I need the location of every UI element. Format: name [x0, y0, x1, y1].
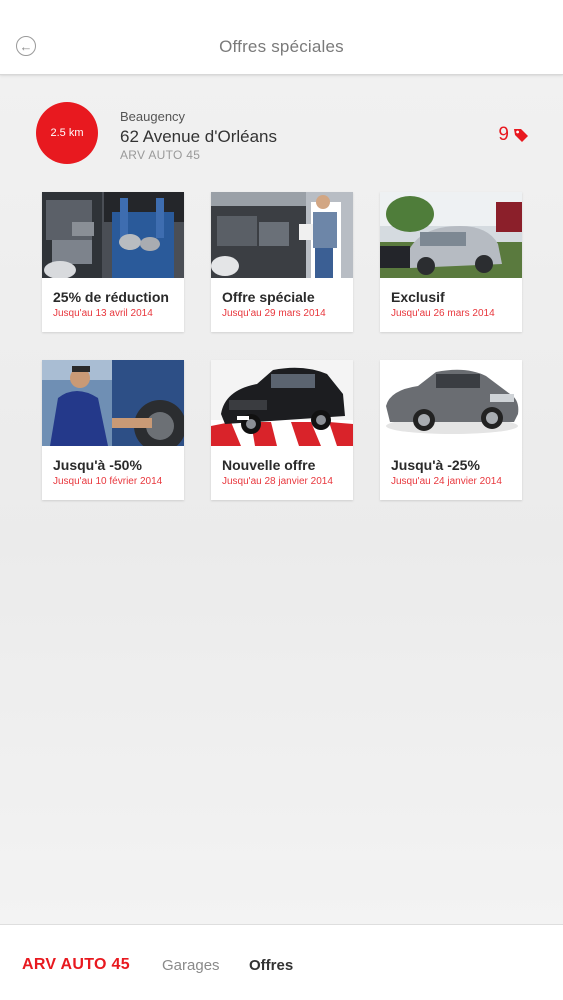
offer-title: Nouvelle offre	[222, 457, 316, 473]
mechanic-clipboard-image	[211, 192, 353, 278]
offer-date: Jusqu'au 10 février 2014	[53, 476, 163, 487]
cars-parking-image	[380, 192, 522, 278]
page-title: Offres spéciales	[219, 37, 344, 56]
offer-count-value: 9	[498, 124, 509, 145]
offer-count-button[interactable]: 9	[498, 124, 529, 146]
offer-card[interactable]: Jusqu'à -25% Jusqu'au 24 janvier 2014	[380, 360, 522, 500]
garage-address: 62 Avenue d'Orléans	[120, 127, 277, 146]
offer-card[interactable]: Jusqu'à -50% Jusqu'au 10 février 2014	[42, 360, 184, 500]
grey-sedan-image	[380, 360, 522, 446]
offer-date: Jusqu'au 28 janvier 2014	[222, 476, 333, 487]
offer-card[interactable]: Offre spéciale Jusqu'au 29 mars 2014	[211, 192, 353, 332]
garage-name: ARV AUTO 45	[120, 148, 201, 162]
mechanic-tire-image	[42, 360, 184, 446]
offer-date: Jusqu'au 13 avril 2014	[53, 308, 153, 319]
offer-date: Jusqu'au 26 mars 2014	[391, 308, 495, 319]
offer-title: Offre spéciale	[222, 289, 315, 305]
distance-badge: 2.5 km	[36, 102, 98, 164]
offer-title: Jusqu'à -25%	[391, 457, 480, 473]
offer-title: Exclusif	[391, 289, 445, 305]
top-bar: ← Offres spéciales	[0, 0, 563, 75]
garage-city: Beaugency	[120, 109, 186, 124]
offer-card[interactable]: Nouvelle offre Jusqu'au 28 janvier 2014	[211, 360, 353, 500]
offer-card[interactable]: 25% de réduction Jusqu'au 13 avril 2014	[42, 192, 184, 332]
nav-brand[interactable]: ARV AUTO 45	[22, 956, 130, 974]
black-golf-image	[211, 360, 353, 446]
offer-title: 25% de réduction	[53, 289, 169, 305]
offer-card[interactable]: Exclusif Jusqu'au 26 mars 2014	[380, 192, 522, 332]
offer-date: Jusqu'au 24 janvier 2014	[391, 476, 502, 487]
bottom-nav: ARV AUTO 45 Garages Offres	[0, 924, 563, 1000]
offer-date: Jusqu'au 29 mars 2014	[222, 308, 326, 319]
nav-garages[interactable]: Garages	[162, 957, 220, 974]
mechanic-engine-image	[42, 192, 184, 278]
tag-icon	[514, 129, 528, 142]
nav-offres[interactable]: Offres	[249, 957, 293, 974]
offer-title: Jusqu'à -50%	[53, 457, 142, 473]
